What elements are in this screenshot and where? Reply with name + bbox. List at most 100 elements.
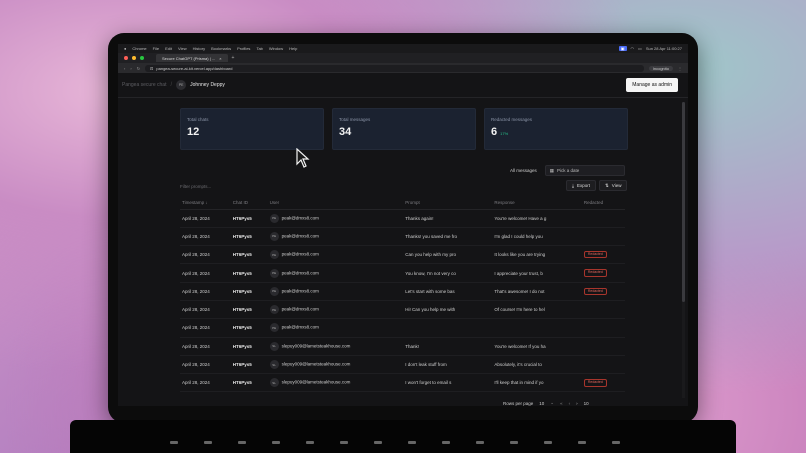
cell-user: PE peak@dmxs8.com (267, 282, 404, 301)
url-field[interactable]: ⊡ pangea-secure-ai-kit.vercel.app/dashbo… (145, 64, 644, 72)
battery-icon[interactable]: ▭ (638, 46, 642, 51)
menu-item-tab[interactable]: Tab (256, 46, 262, 51)
new-tab-icon[interactable]: + (232, 55, 235, 61)
cell-timestamp: April 28, 2024 (180, 263, 231, 283)
scrollbar[interactable] (682, 102, 685, 398)
address-bar-row: ‹ › ↻ ⊡ pangea-secure-ai-kit.vercel.app/… (118, 63, 688, 73)
forward-icon[interactable]: › (130, 66, 131, 71)
menu-item-view[interactable]: View (178, 46, 187, 51)
menu-item-history[interactable]: History (193, 46, 205, 51)
clock-text[interactable]: Sun 28 Apr 11:00:27 (646, 46, 682, 51)
chevron-down-icon[interactable]: ⌄ (550, 400, 554, 406)
table-row[interactable]: April 28, 2024 HT6Pys5 PE peak@dmxs8.com (180, 318, 625, 338)
apple-icon[interactable]: ● (124, 46, 126, 51)
next-page-icon[interactable]: › (576, 401, 578, 406)
cell-timestamp: April 28, 2024 (180, 300, 231, 320)
recording-icon[interactable]: ▣ (618, 46, 627, 51)
table-row[interactable]: April 28, 2024 HT6Pys5 PE peak@dmxs8.com Let… (180, 282, 625, 301)
menu-item-bookmarks[interactable]: Bookmarks (211, 46, 231, 51)
cell-user: PE peak@dmxs8.com (267, 263, 404, 283)
col-chat-id: Chat ID (230, 197, 268, 210)
cell-response: It looks like you are trying (492, 245, 582, 265)
menu-item-file[interactable]: File (153, 46, 159, 51)
user-email: slepuy009@lametsteakhouse.com (281, 380, 351, 385)
table-row[interactable]: April 28, 2024 HT6Pys5 SL slepuy009@lametst… (180, 337, 625, 356)
cell-chat-id: HT6Pys5 (230, 337, 268, 356)
reload-icon[interactable]: ↻ (137, 66, 140, 71)
app-header: Pangea secure chat / PE Johnney Deppy Ma… (118, 73, 688, 98)
browser-menu-icon[interactable]: ⋮ (678, 66, 682, 71)
prev-page-icon[interactable]: ‹ (569, 401, 571, 406)
cell-timestamp: April 28, 2024 (180, 245, 231, 265)
cell-response: I'll keep that in mind if yo (492, 373, 582, 393)
stats-row: Total chats 12 Total messages 34 Redacte… (180, 108, 628, 150)
avatar: PE (269, 323, 279, 333)
avatar: PE (269, 250, 279, 260)
avatar: SL (269, 341, 279, 351)
avatar: PE (176, 80, 187, 90)
cell-redacted: Redacted (581, 245, 625, 265)
scrollbar-thumb[interactable] (682, 102, 685, 302)
table-actions: ⤓ Export ⇅ View (566, 180, 628, 191)
cell-timestamp: April 28, 2024 (180, 337, 231, 356)
col-timestamp[interactable]: Timestamp ↓ (180, 197, 231, 210)
table-row[interactable]: April 28, 2024 HT6Pys5 PE peak@dmxs8.com You… (180, 263, 625, 283)
cell-prompt: Thanks! you saved me fro (403, 227, 493, 247)
cell-redacted (581, 355, 625, 375)
menu-item-help[interactable]: Help (289, 46, 297, 51)
cell-prompt: I won't forget to email s (403, 373, 493, 393)
cell-redacted: Redacted (581, 263, 625, 283)
cell-user: SL slepuy009@lametsteakhouse.com (267, 373, 404, 393)
table-row[interactable]: April 28, 2024 HT6Pys5 SL slepuy009@lametst… (180, 355, 625, 375)
table-row[interactable]: April 28, 2024 HT6Pys5 SL slepuy009@lametst… (180, 373, 625, 393)
maximize-window-icon[interactable] (140, 56, 144, 60)
first-page-icon[interactable]: « (560, 401, 563, 406)
rows-per-page-label: Rows per page (503, 400, 534, 406)
table-row[interactable]: April 28, 2024 HT6Pys5 PE peak@dmxs8.com Can… (180, 245, 625, 265)
wifi-icon[interactable]: ◠ (631, 46, 635, 51)
function-key-row (170, 441, 620, 444)
back-icon[interactable]: ‹ (124, 66, 125, 71)
fn-key (238, 441, 246, 444)
breadcrumb-user: Johnney Deppy (190, 82, 225, 88)
cell-chat-id: HT6Pys5 (230, 282, 268, 301)
cell-redacted: Redacted (581, 373, 625, 393)
cell-timestamp: April 28, 2024 (180, 355, 231, 375)
close-tab-icon[interactable]: × (219, 56, 221, 61)
menu-item-profiles[interactable]: Profiles (237, 46, 250, 51)
cell-prompt: I don't leak stuff from (403, 355, 493, 375)
fn-key (408, 441, 416, 444)
table-row[interactable]: April 28, 2024 HT6Pys5 PE peak@dmxs8.com Tha… (180, 209, 625, 228)
cell-redacted: Redacted (581, 282, 625, 301)
export-button[interactable]: ⤓ Export (566, 180, 597, 191)
manage-as-admin-button[interactable]: Manage as admin (626, 78, 678, 92)
incognito-badge[interactable]: Incognito (648, 65, 673, 71)
cell-chat-id: HT6Pys5 (230, 300, 268, 320)
filter-prompts-input[interactable] (180, 181, 300, 191)
breadcrumb-root[interactable]: Pangea secure chat (122, 82, 166, 88)
last-page-button[interactable]: 10 (584, 401, 589, 406)
cell-timestamp: April 28, 2024 (180, 282, 231, 301)
pagination: Rows per page 10 ⌄ « ‹ › 10 (503, 400, 589, 406)
cell-prompt: Can you help with my pro (403, 245, 493, 265)
menu-item-window[interactable]: Window (269, 46, 283, 51)
minimize-window-icon[interactable] (132, 56, 136, 60)
download-icon: ⤓ (572, 183, 574, 188)
redacted-badge: Redacted (583, 250, 607, 259)
menu-item-edit[interactable]: Edit (165, 46, 172, 51)
cell-prompt: Thank! (403, 337, 493, 356)
calendar-icon: ▦ (549, 167, 555, 173)
fn-key (578, 441, 586, 444)
menu-item-chrome[interactable]: Chrome (132, 46, 146, 51)
cell-prompt: You know, I'm not very co (403, 263, 493, 283)
browser-tab[interactable]: Secure ChatGPT (Prisma) | ... × (156, 54, 228, 62)
view-button[interactable]: ⇅ View (599, 180, 628, 191)
all-messages-toggle[interactable]: All messages (506, 166, 541, 175)
table-row[interactable]: April 28, 2024 HT6Pys5 PE peak@dmxs8.com Hi!… (180, 300, 625, 320)
date-picker[interactable]: ▦ Pick a date (544, 165, 625, 176)
rows-per-page-select[interactable]: 10 (539, 401, 544, 406)
close-window-icon[interactable] (124, 56, 128, 60)
table-row[interactable]: April 28, 2024 HT6Pys5 PE peak@dmxs8.com Tha… (180, 227, 625, 247)
breadcrumb-separator: / (170, 82, 173, 88)
avatar: PE (269, 231, 279, 241)
